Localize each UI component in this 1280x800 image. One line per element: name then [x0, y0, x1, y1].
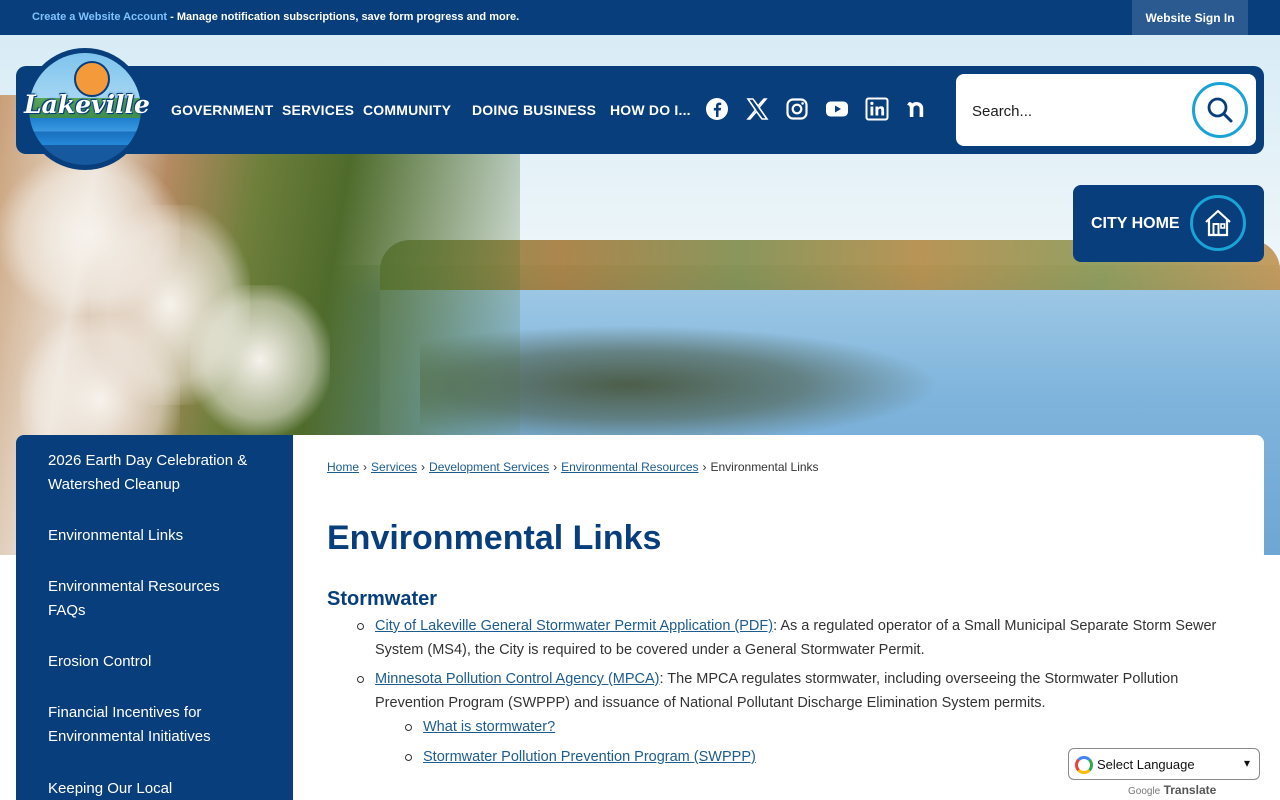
account-message: Create a Website Account - Manage notifi… [32, 11, 519, 23]
home-icon [1190, 195, 1246, 251]
bullet-icon [405, 724, 412, 731]
search-input[interactable]: Search... [972, 103, 1032, 120]
instagram-icon[interactable] [784, 96, 810, 122]
nextdoor-icon[interactable] [904, 96, 930, 122]
x-twitter-icon[interactable] [744, 96, 770, 122]
search-icon [1207, 97, 1233, 123]
breadcrumb-environmental-resources[interactable]: Environmental Resources [561, 460, 698, 474]
sidebar-nav: 2026 Earth Day Celebration & Watershed C… [16, 435, 293, 800]
breadcrumb-home[interactable]: Home [327, 460, 359, 474]
nav-how-do-i[interactable]: HOW DO I... [610, 102, 691, 118]
powered-by-google-translate[interactable]: Google Translate [1128, 783, 1216, 797]
sidebar-item-erosion-control[interactable]: Erosion Control [48, 650, 258, 674]
translate-label: Translate [1163, 783, 1217, 797]
main-content: Home › Services › Development Services › Envir… [293, 435, 1264, 800]
nav-community[interactable]: COMMUNITY [363, 102, 451, 118]
breadcrumb-current: Environmental Links [710, 460, 819, 474]
stormwater-permit-link[interactable]: City of Lakeville General Stormwater Per… [375, 618, 773, 634]
lakeville-logo[interactable]: Lakeville [24, 48, 150, 170]
sidebar-item-keeping-our-local[interactable]: Keeping Our Local [48, 777, 258, 800]
breadcrumb: Home › Services › Development Services › Envir… [327, 460, 819, 474]
swppp-link[interactable]: Stormwater Pollution Prevention Program … [423, 749, 756, 765]
youtube-icon[interactable] [824, 96, 850, 122]
section-heading-stormwater: Stormwater [327, 588, 438, 610]
nav-services[interactable]: SERVICES [282, 102, 354, 118]
breadcrumb-services[interactable]: Services [371, 460, 417, 474]
list-item: Minnesota Pollution Control Agency (MPCA… [375, 667, 1235, 715]
breadcrumb-development-services[interactable]: Development Services [429, 460, 549, 474]
linkedin-icon[interactable] [864, 96, 890, 122]
facebook-icon[interactable] [704, 96, 730, 122]
sidebar-item-environmental-links[interactable]: Environmental Links [48, 524, 258, 548]
nav-government[interactable]: GOVERNMENT [171, 102, 273, 118]
account-message-text: - Manage notification subscriptions, sav… [167, 11, 520, 23]
language-select-label: Select Language [1097, 757, 1195, 772]
top-utility-bar: Create a Website Account - Manage notifi… [0, 0, 1280, 35]
city-home-label: CITY HOME [1091, 215, 1180, 232]
sidebar-item-environmental-resources-faqs[interactable]: Environmental Resources FAQs [48, 575, 258, 623]
list-item: City of Lakeville General Stormwater Per… [375, 614, 1235, 662]
sidebar-item-financial-incentives[interactable]: Financial Incentives for Environmental I… [48, 701, 258, 749]
chevron-down-icon: ▾ [1244, 756, 1251, 770]
list-item: What is stormwater? [423, 715, 1123, 739]
bullet-icon [405, 754, 412, 761]
page-title: Environmental Links [327, 519, 662, 557]
search-box[interactable]: Search... [956, 74, 1256, 146]
list-item: Stormwater Pollution Prevention Program … [423, 745, 1123, 769]
language-select[interactable]: Select Language ▾ [1068, 748, 1260, 780]
create-account-link[interactable]: Create a Website Account [32, 11, 167, 23]
city-home-button[interactable]: CITY HOME [1073, 185, 1264, 262]
mpca-link[interactable]: Minnesota Pollution Control Agency (MPCA… [375, 671, 660, 687]
logo-text: Lakeville [24, 90, 150, 119]
sidebar-item-earth-day[interactable]: 2026 Earth Day Celebration & Watershed C… [48, 449, 258, 497]
google-wordmark: Google [1128, 786, 1161, 797]
bullet-icon [357, 676, 364, 683]
google-g-icon [1075, 756, 1093, 774]
what-is-stormwater-link[interactable]: What is stormwater? [423, 719, 555, 735]
nav-doing-business[interactable]: DOING BUSINESS [472, 102, 596, 118]
bullet-icon [357, 623, 364, 630]
search-button[interactable] [1192, 82, 1248, 138]
website-sign-in-button[interactable]: Website Sign In [1132, 0, 1248, 35]
